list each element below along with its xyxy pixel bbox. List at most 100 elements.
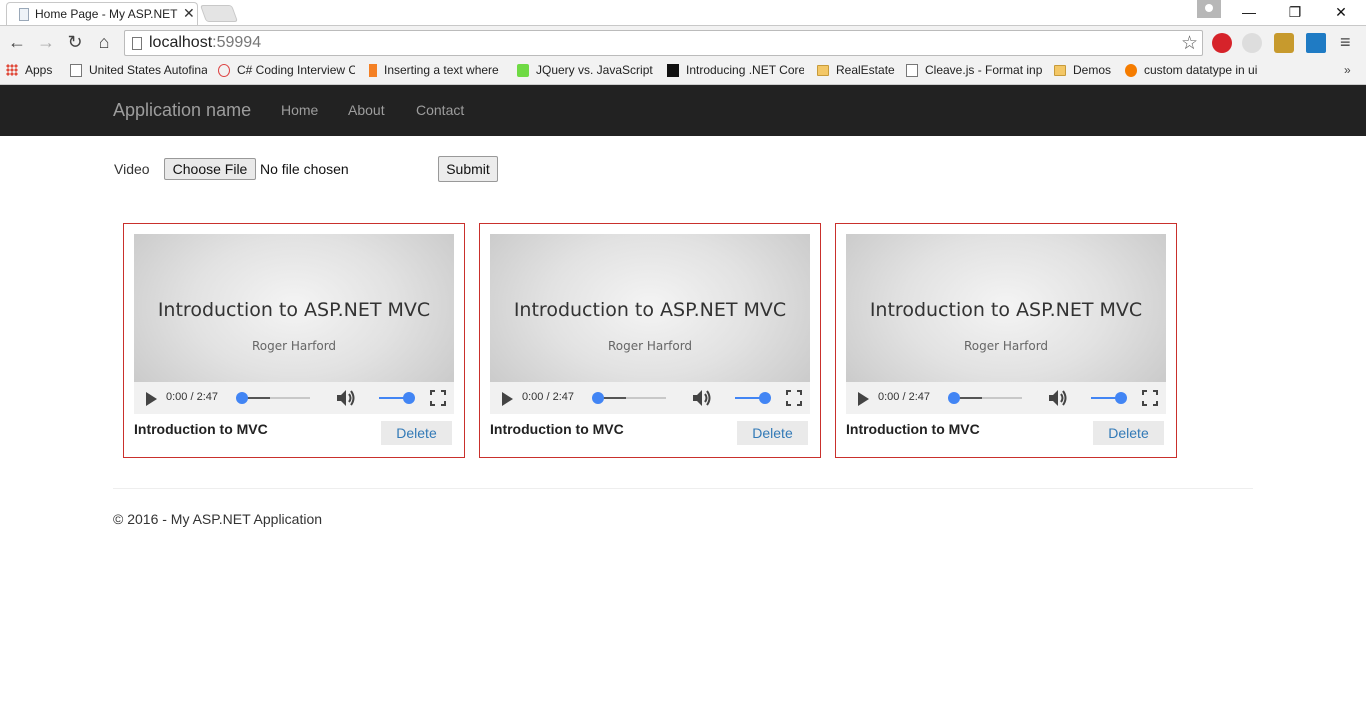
volume-slider[interactable]	[379, 392, 415, 404]
s-extension-icon[interactable]	[1306, 33, 1326, 53]
file-status-text: No file chosen	[260, 161, 349, 177]
seek-handle[interactable]	[948, 392, 960, 404]
bookmark-label: United States Autofina	[89, 63, 207, 77]
bookmark-folder[interactable]: RealEstate	[817, 63, 897, 77]
volume-icon[interactable]	[1047, 389, 1069, 407]
chrome-menu-icon[interactable]: ≡	[1340, 32, 1351, 53]
navbar-brand[interactable]: Application name	[113, 100, 251, 121]
address-bar[interactable]: localhost:59994 ☆	[124, 30, 1203, 56]
bookmark-folder[interactable]: Demos	[1054, 63, 1116, 77]
browser-tab[interactable]: Home Page - My ASP.NET ✕	[6, 2, 198, 25]
bookmark-label: Introducing .NET Core	[686, 63, 804, 77]
delete-button[interactable]: Delete	[381, 421, 452, 445]
video-slide-title: Introduction to ASP.NET MVC	[869, 299, 1143, 321]
bookmark-item[interactable]: C# Coding Interview C	[218, 63, 355, 77]
bookmark-label: custom datatype in ui	[1144, 63, 1258, 77]
bookmark-item[interactable]: Inserting a text where	[369, 63, 505, 77]
bookmark-apps[interactable]: Apps	[6, 63, 60, 77]
seek-handle[interactable]	[592, 392, 604, 404]
video-player[interactable]: Introduction to ASP.NET MVC Roger Harfor…	[846, 234, 1166, 414]
video-time: 0:00 / 2:47	[878, 391, 930, 403]
reload-icon[interactable]: ↻	[64, 32, 86, 53]
profile-icon[interactable]	[1197, 0, 1221, 18]
video-controls: 0:00 / 2:47	[846, 382, 1166, 414]
bookmark-label: JQuery vs. JavaScript:	[536, 63, 653, 77]
medium-icon	[667, 63, 679, 77]
bookmark-label: Apps	[25, 63, 53, 77]
volume-handle[interactable]	[1115, 392, 1127, 404]
bookmark-item[interactable]: JQuery vs. JavaScript:	[517, 63, 653, 77]
delete-button[interactable]: Delete	[1093, 421, 1164, 445]
bookmark-label: Demos	[1073, 63, 1112, 77]
seek-bar[interactable]	[592, 392, 666, 404]
url-text: localhost:59994	[149, 34, 261, 52]
restore-button[interactable]: ❐	[1272, 0, 1318, 25]
footer-text: © 2016 - My ASP.NET Application	[113, 511, 323, 527]
video-caption: Introduction to MVC	[134, 421, 268, 437]
nav-about[interactable]: About	[348, 102, 385, 118]
video-slide-author: Roger Harford	[251, 339, 337, 353]
nav-contact[interactable]: Contact	[416, 102, 464, 118]
volume-slider[interactable]	[735, 392, 771, 404]
bookmark-item[interactable]: custom datatype in ui	[1125, 63, 1261, 77]
submit-button[interactable]: Submit	[438, 156, 498, 182]
app-navbar: Application name Home About Contact	[0, 85, 1366, 136]
bookmark-label: C# Coding Interview C	[237, 63, 355, 77]
apps-icon	[6, 64, 18, 76]
home-icon[interactable]: ⌂	[93, 32, 115, 53]
bookmark-item[interactable]: Cleave.js - Format inpu	[906, 63, 1042, 77]
volume-handle[interactable]	[759, 392, 771, 404]
video-player[interactable]: Introduction to ASP.NET MVC Roger Harfor…	[490, 234, 810, 414]
stackoverflow-icon	[369, 63, 377, 77]
bookmark-label: RealEstate	[836, 63, 895, 77]
bookmarks-bar: Apps United States Autofina C# Coding In…	[0, 59, 1366, 85]
volume-icon[interactable]	[335, 389, 357, 407]
video-slide-title: Introduction to ASP.NET MVC	[513, 299, 787, 321]
tab-title: Home Page - My ASP.NET	[35, 7, 178, 21]
volume-icon[interactable]	[691, 389, 713, 407]
forward-icon[interactable]: →	[35, 32, 57, 53]
bookmark-star-icon[interactable]: ☆	[1181, 32, 1198, 55]
video-card: Introduction to ASP.NET MVC Roger Harfor…	[835, 223, 1177, 458]
basket-extension-icon[interactable]	[1274, 33, 1294, 53]
extension-icon[interactable]	[1242, 33, 1262, 53]
bookmark-label: Cleave.js - Format inpu	[925, 63, 1042, 77]
video-card: Introduction to ASP.NET MVC Roger Harfor…	[123, 223, 465, 458]
volume-handle[interactable]	[403, 392, 415, 404]
nav-home[interactable]: Home	[281, 102, 318, 118]
folder-icon	[817, 64, 829, 76]
folder-icon	[1054, 64, 1066, 76]
fullscreen-icon[interactable]	[786, 390, 802, 406]
seek-bar[interactable]	[236, 392, 310, 404]
page-favicon-icon	[19, 8, 29, 21]
upwork-icon	[517, 63, 529, 77]
fullscreen-icon[interactable]	[430, 390, 446, 406]
play-icon[interactable]	[858, 392, 869, 406]
new-tab-button[interactable]	[199, 5, 239, 22]
close-window-button[interactable]: ✕	[1318, 0, 1364, 25]
video-player[interactable]: Introduction to ASP.NET MVC Roger Harfor…	[134, 234, 454, 414]
bookmark-item[interactable]: Introducing .NET Core	[667, 63, 804, 77]
bookmarks-overflow-icon[interactable]: »	[1344, 63, 1351, 77]
video-caption: Introduction to MVC	[846, 421, 980, 437]
seek-handle[interactable]	[236, 392, 248, 404]
volume-slider[interactable]	[1091, 392, 1127, 404]
page-info-icon[interactable]	[132, 37, 142, 50]
opera-extension-icon[interactable]	[1212, 33, 1232, 53]
fullscreen-icon[interactable]	[1142, 390, 1158, 406]
back-icon[interactable]: ←	[6, 32, 28, 53]
tab-strip: Home Page - My ASP.NET ✕ — ❐ ✕	[0, 0, 1366, 25]
video-controls: 0:00 / 2:47	[490, 382, 810, 414]
seek-bar[interactable]	[948, 392, 1022, 404]
video-controls: 0:00 / 2:47	[134, 382, 454, 414]
choose-file-button[interactable]: Choose File	[164, 158, 256, 180]
play-icon[interactable]	[502, 392, 513, 406]
bookmark-item[interactable]: United States Autofina	[70, 63, 207, 77]
play-icon[interactable]	[146, 392, 157, 406]
delete-button[interactable]: Delete	[737, 421, 808, 445]
minimize-button[interactable]: —	[1226, 0, 1272, 25]
video-slide-author: Roger Harford	[963, 339, 1049, 353]
browser-toolbar: ← → ↻ ⌂ localhost:59994 ☆ ≡	[0, 25, 1366, 59]
tab-close-icon[interactable]: ✕	[183, 5, 195, 22]
video-card: Introduction to ASP.NET MVC Roger Harfor…	[479, 223, 821, 458]
